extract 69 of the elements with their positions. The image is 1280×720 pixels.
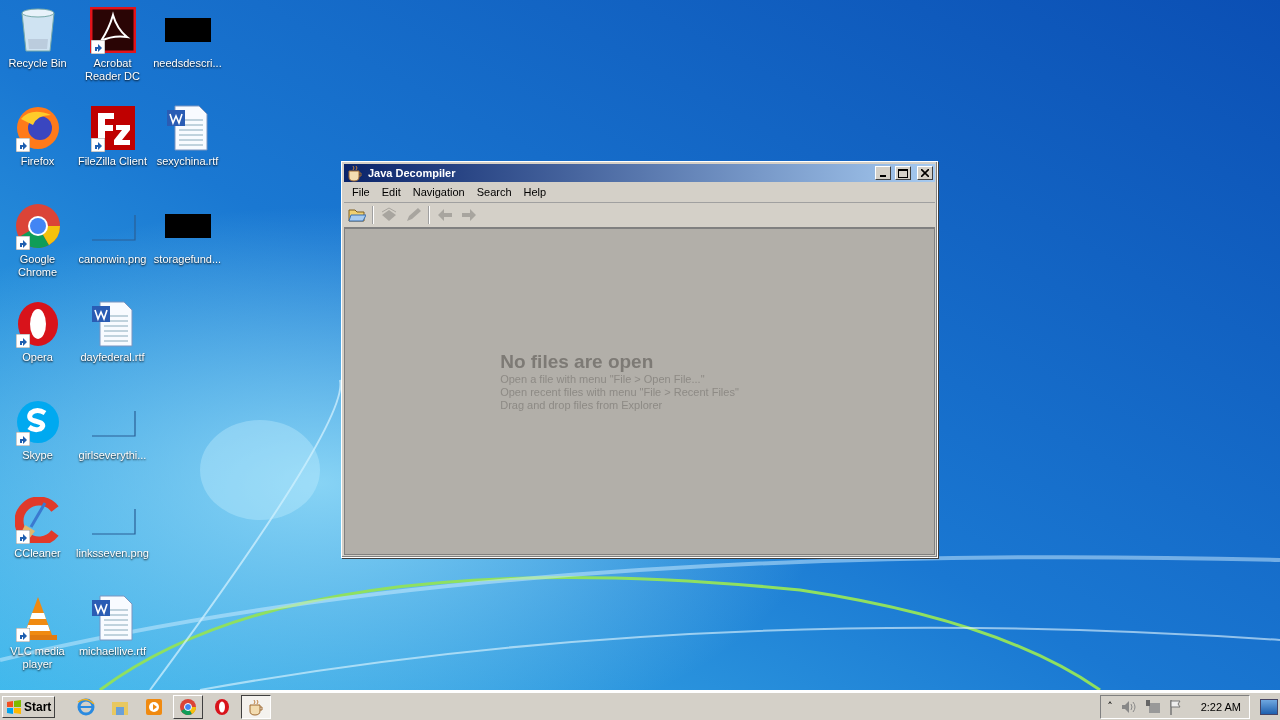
icon-label: Acrobat Reader DC xyxy=(84,57,141,83)
icon-label: canonwin.png xyxy=(78,253,147,266)
ccleaner-icon xyxy=(14,497,61,543)
icon-label: girlseverythi... xyxy=(78,449,147,462)
icon-label: sexychina.rtf xyxy=(156,155,219,168)
maximize-button[interactable] xyxy=(895,166,911,180)
close-icon xyxy=(921,169,929,177)
tray-chevron[interactable]: ˄ xyxy=(1107,700,1113,713)
chrome-icon xyxy=(179,697,198,716)
back-arrow-icon xyxy=(437,208,453,222)
stack-icon xyxy=(380,207,398,223)
chrome-icon xyxy=(14,203,61,249)
icon-label: CCleaner xyxy=(14,547,61,560)
desktop-icon[interactable]: Google Chrome xyxy=(0,202,75,300)
minimize-button[interactable] xyxy=(875,166,891,180)
start-button[interactable]: Start xyxy=(2,695,56,718)
internet-explorer-icon xyxy=(77,697,96,716)
icon-label: needsdescri... xyxy=(153,57,222,70)
icon-label: FileZilla Client xyxy=(77,155,148,168)
forward-arrow-icon xyxy=(461,208,477,222)
desktop-icon[interactable]: Recycle Bin xyxy=(0,6,75,104)
icon-label: Skype xyxy=(22,449,53,462)
desktop-icon[interactable]: canonwin.png xyxy=(75,202,150,300)
document-icon xyxy=(89,300,136,348)
clock[interactable]: 2:22 AM xyxy=(1200,700,1241,713)
icon-label: Recycle Bin xyxy=(8,57,67,70)
desktop-icon[interactable]: Firefox xyxy=(0,104,75,202)
menu-item[interactable]: File xyxy=(346,186,376,198)
menu-item[interactable]: Navigation xyxy=(406,186,471,198)
opera-icon xyxy=(213,697,232,716)
desktop-icon[interactable]: FileZilla Client xyxy=(75,104,150,202)
desktop-icon[interactable]: dayfederal.rtf xyxy=(75,300,150,398)
network-icon[interactable] xyxy=(1144,698,1161,715)
open-folder-icon xyxy=(348,207,366,223)
maximize-icon xyxy=(898,168,908,178)
icon-label: storagefund... xyxy=(153,253,222,266)
desktop-icon[interactable]: Opera xyxy=(0,300,75,398)
icon-label: dayfederal.rtf xyxy=(80,351,145,364)
image-thumbnail-icon xyxy=(164,18,211,42)
windows-logo-icon xyxy=(6,699,22,714)
document-icon xyxy=(89,594,136,642)
close-button[interactable] xyxy=(917,166,933,180)
taskbar-button[interactable] xyxy=(241,694,272,719)
window-title: Java Decompiler xyxy=(368,167,457,179)
media-player-icon xyxy=(145,697,164,716)
icon-label: Firefox xyxy=(20,155,55,168)
desktop-icon[interactable]: storagefund... xyxy=(150,202,225,300)
document-icon xyxy=(164,104,211,152)
menu-item[interactable]: Help xyxy=(517,186,553,198)
coffee-cup-icon xyxy=(346,164,364,182)
skype-icon xyxy=(14,399,61,445)
acrobat-icon xyxy=(89,7,136,53)
image-thumbnail-icon xyxy=(164,214,211,238)
firefox-icon xyxy=(14,105,61,151)
menu-item[interactable]: Edit xyxy=(375,186,407,198)
desktop-icon[interactable]: needsdescri... xyxy=(150,6,225,104)
show-desktop-button[interactable] xyxy=(1260,698,1278,715)
desktop-icon[interactable]: sexychina.rtf xyxy=(150,104,225,202)
pencil-icon xyxy=(404,207,422,223)
icon-label: Opera xyxy=(22,351,53,364)
icon-label: VLC media player xyxy=(9,645,66,671)
coffee-cup-icon xyxy=(247,697,266,716)
desktop-icon[interactable]: Acrobat Reader DC xyxy=(75,6,150,104)
menu-item[interactable]: Search xyxy=(470,186,518,198)
flag-icon[interactable] xyxy=(1168,698,1183,715)
icon-label: michaellive.rtf xyxy=(78,645,147,658)
icon-label: linksseven.png xyxy=(76,547,149,560)
speaker-icon[interactable] xyxy=(1120,699,1137,714)
icon-label: Google Chrome xyxy=(16,253,59,279)
